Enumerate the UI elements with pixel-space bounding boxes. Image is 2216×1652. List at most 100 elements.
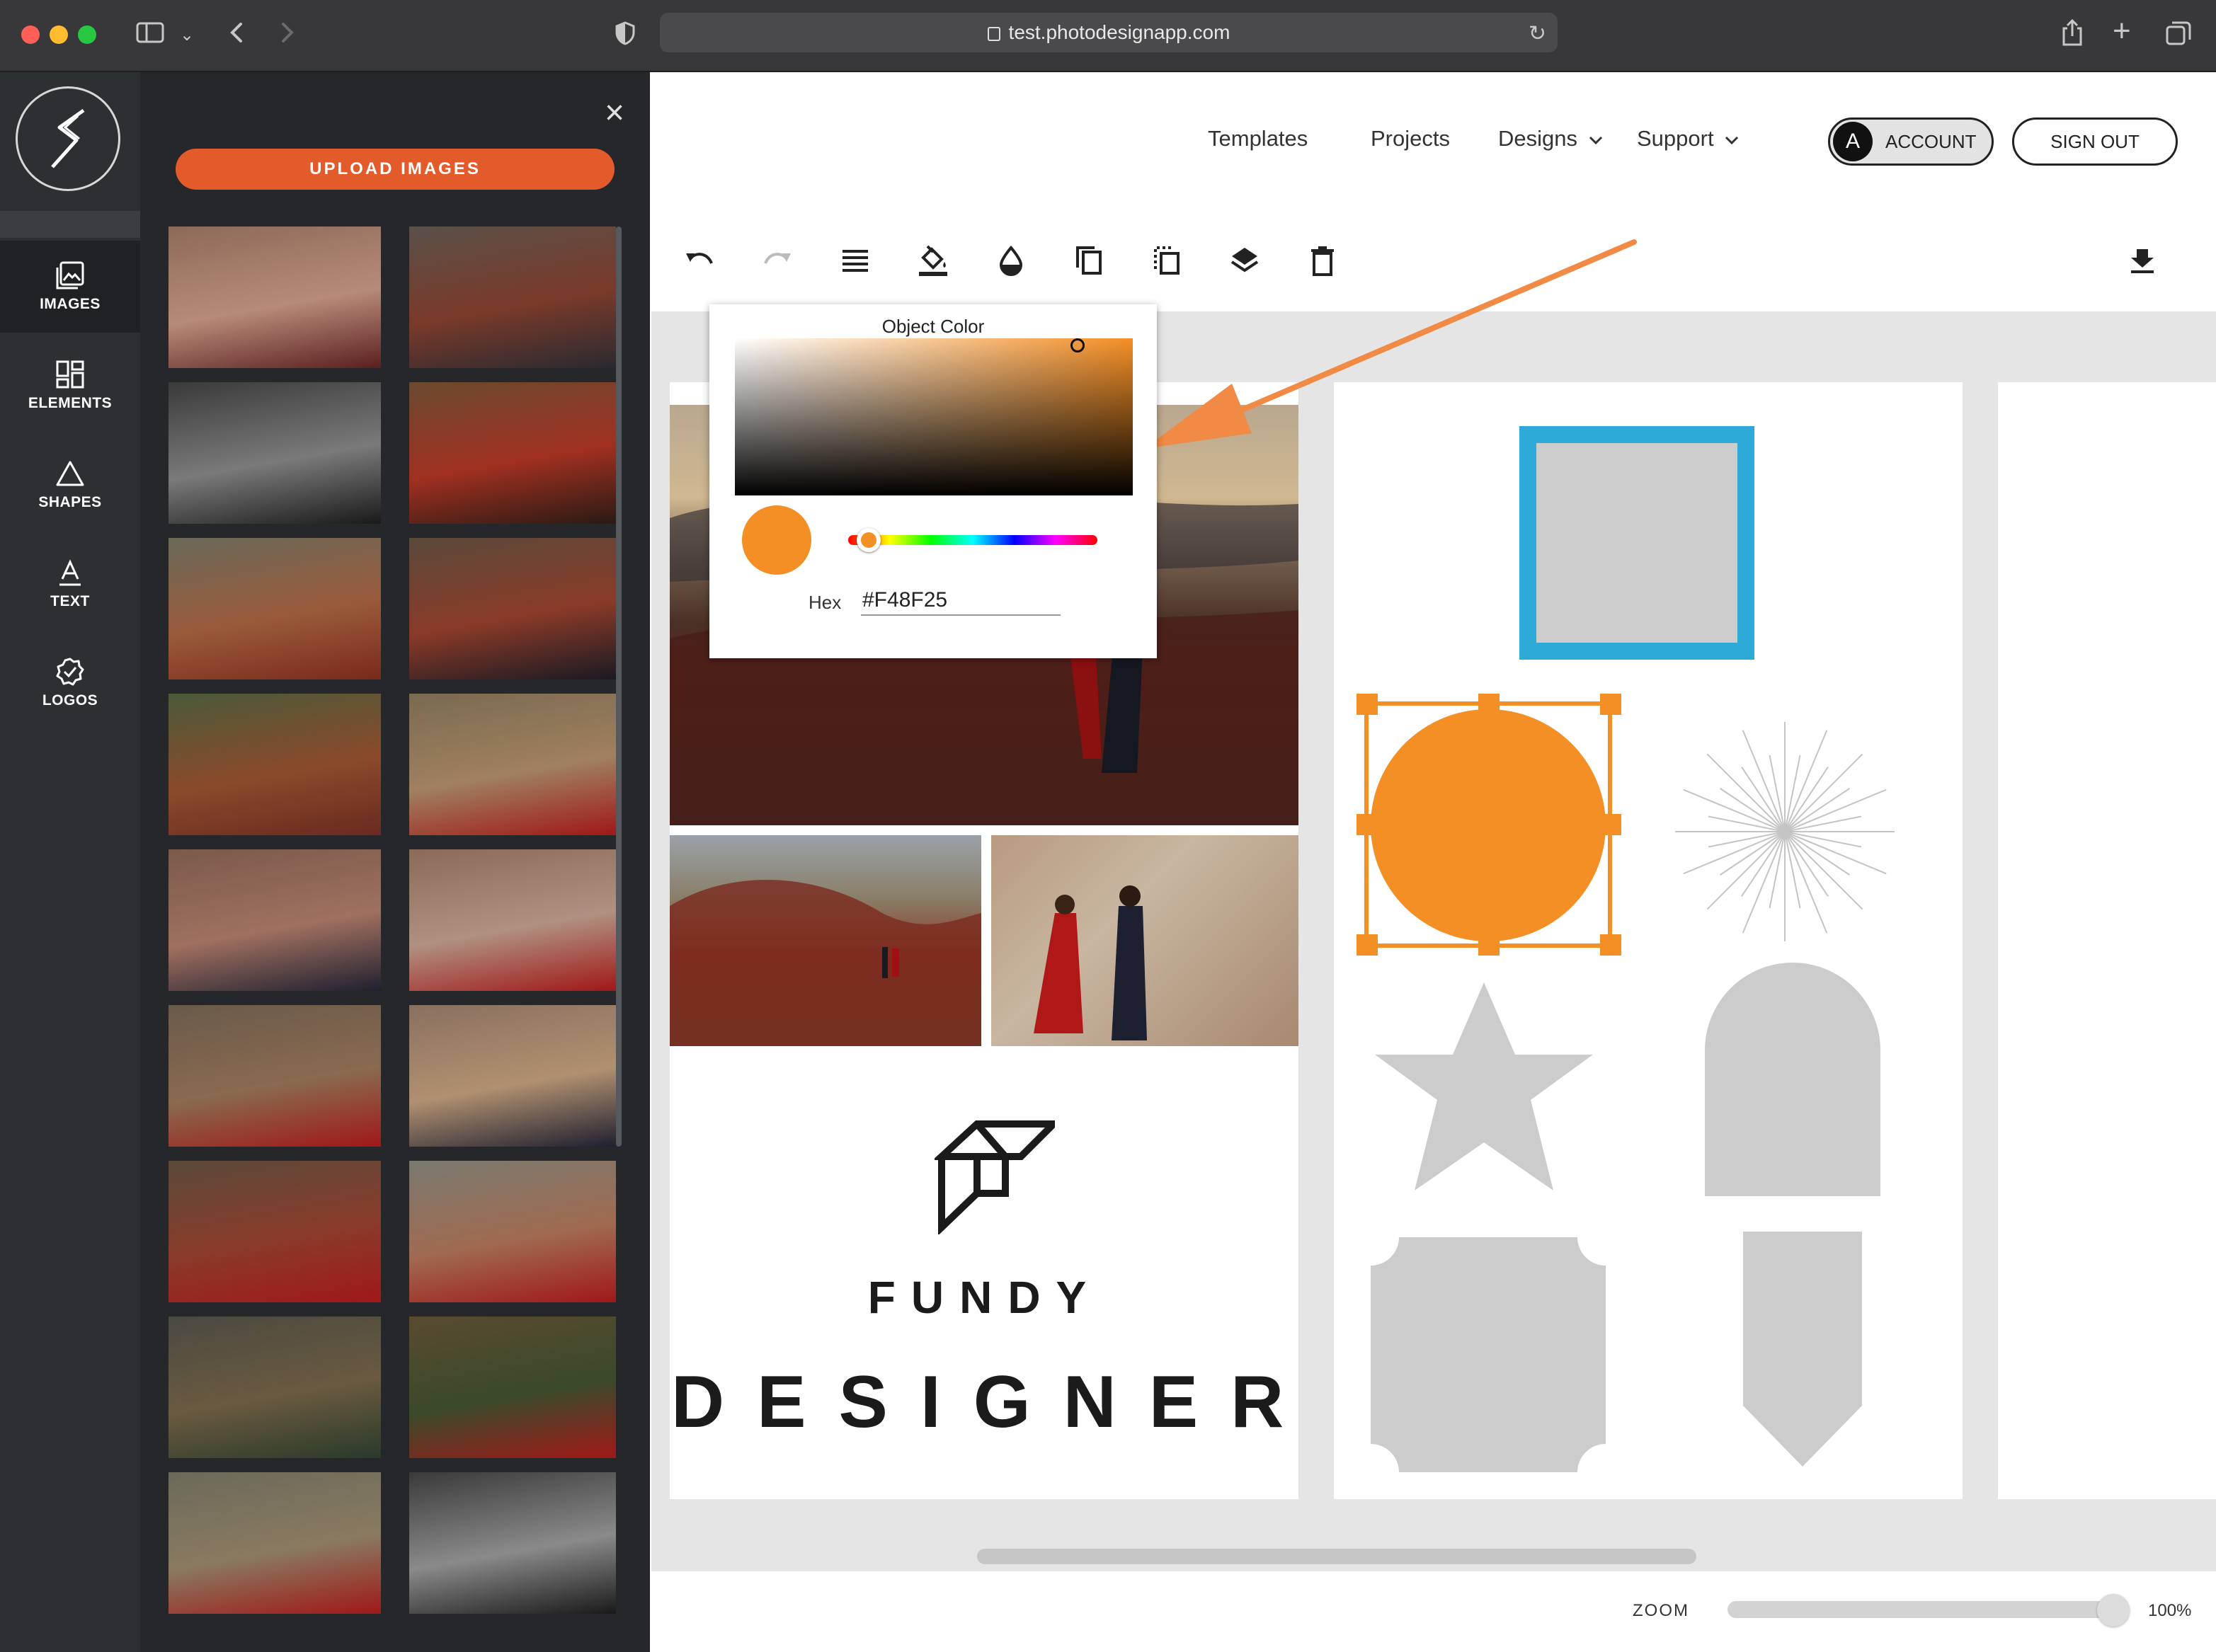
image-thumbnail[interactable] xyxy=(169,538,381,679)
close-window-button[interactable] xyxy=(21,25,40,44)
image-thumbnail[interactable] xyxy=(169,1472,381,1614)
close-icon[interactable]: × xyxy=(600,96,629,130)
duplicate-icon[interactable] xyxy=(1070,242,1107,279)
image-thumbnail[interactable] xyxy=(169,1161,381,1302)
rail-item-label: LOGOS xyxy=(42,692,98,709)
image-thumbnail[interactable] xyxy=(409,538,616,679)
canvas-horizontal-scrollbar[interactable] xyxy=(977,1549,1696,1564)
download-icon[interactable] xyxy=(2124,242,2161,279)
nav-support-label: Support xyxy=(1637,126,1714,151)
image-thumbnail[interactable] xyxy=(409,382,616,524)
image-thumbnail[interactable] xyxy=(169,849,381,991)
arch-shape[interactable] xyxy=(1705,963,1880,1196)
address-bar[interactable]: test.photodesignapp.com ↻ xyxy=(660,13,1558,52)
url-text: test.photodesignapp.com xyxy=(1008,21,1230,43)
sign-out-button[interactable]: SIGN OUT xyxy=(2012,117,2178,166)
zoom-value: 100% xyxy=(2148,1601,2192,1620)
back-icon[interactable] xyxy=(227,20,248,50)
zoom-label: ZOOM xyxy=(1633,1601,1689,1620)
photo-frame-element[interactable] xyxy=(1519,426,1754,660)
image-thumbnail[interactable] xyxy=(409,1472,616,1614)
share-icon[interactable] xyxy=(2060,18,2084,51)
chevron-down-icon xyxy=(1725,136,1739,145)
chevron-down-icon[interactable]: ⌄ xyxy=(180,23,194,48)
fundy-logo-mark[interactable] xyxy=(932,1114,1063,1238)
hue-slider-handle[interactable] xyxy=(857,528,881,552)
rail-item-label: TEXT xyxy=(50,593,90,609)
chevron-down-icon xyxy=(1589,136,1602,145)
rail-item-label: SHAPES xyxy=(38,494,102,510)
lock-icon xyxy=(987,27,1000,41)
design-page-3[interactable] xyxy=(1998,382,2216,1499)
color-picker-popover: Object Color Hex xyxy=(709,304,1157,658)
brand-text-designer[interactable]: DESIGNER xyxy=(671,1360,1298,1445)
image-thumbnail[interactable] xyxy=(409,1161,616,1302)
image-thumbnail[interactable] xyxy=(169,1005,381,1147)
hex-label: Hex xyxy=(809,592,842,613)
ticket-shape[interactable] xyxy=(1371,1237,1606,1472)
account-button[interactable]: A ACCOUNT xyxy=(1828,117,1994,166)
nav-designs-label: Designs xyxy=(1498,126,1577,151)
opacity-icon[interactable] xyxy=(993,242,1029,279)
image-thumbnail[interactable] xyxy=(409,849,616,991)
hue-slider[interactable] xyxy=(848,535,1097,545)
maximize-window-button[interactable] xyxy=(78,25,96,44)
photo-bottom-right[interactable] xyxy=(991,835,1298,1046)
starburst-shape[interactable] xyxy=(1675,716,1895,947)
fill-color-icon[interactable] xyxy=(915,242,952,279)
zoom-slider-handle[interactable] xyxy=(2097,1594,2130,1627)
left-rail: IMAGES ELEMENTS SHAPES TEXT LOGOS xyxy=(0,72,140,1652)
logos-icon xyxy=(56,658,84,686)
tab-overview-icon[interactable] xyxy=(2165,20,2192,51)
new-tab-icon[interactable]: + xyxy=(2113,16,2131,47)
images-icon xyxy=(56,261,84,289)
forward-icon[interactable] xyxy=(276,20,297,50)
zoom-slider[interactable] xyxy=(1727,1601,2114,1618)
rail-item-elements[interactable]: ELEMENTS xyxy=(0,340,140,432)
rail-item-text[interactable]: TEXT xyxy=(0,538,140,630)
hex-input[interactable] xyxy=(861,586,1061,616)
account-label: ACCOUNT xyxy=(1885,130,1977,152)
banner-tab-shape[interactable] xyxy=(1743,1232,1862,1467)
browser-toolbar: ⌄ test.photodesignapp.com ↻ + xyxy=(0,0,2216,72)
image-thumbnail[interactable] xyxy=(169,226,381,368)
saturation-handle[interactable] xyxy=(1070,338,1085,352)
rail-divider xyxy=(0,211,140,238)
app-logo[interactable] xyxy=(16,86,120,191)
nav-templates[interactable]: Templates xyxy=(1208,126,1308,151)
nav-support[interactable]: Support xyxy=(1637,126,1740,151)
color-picker-title: Object Color xyxy=(881,316,985,337)
rail-item-shapes[interactable]: SHAPES xyxy=(0,439,140,531)
brand-text-fundy[interactable]: FUNDY xyxy=(671,1271,1298,1324)
minimize-window-button[interactable] xyxy=(50,25,68,44)
rail-item-logos[interactable]: LOGOS xyxy=(0,637,140,729)
image-thumbnail[interactable] xyxy=(169,694,381,835)
image-thumbnail[interactable] xyxy=(409,226,616,368)
sidebar-toggle-icon[interactable] xyxy=(136,21,164,48)
image-thumbnail[interactable] xyxy=(409,1005,616,1147)
photo-bottom-left[interactable] xyxy=(670,835,981,1046)
image-thumbnail[interactable] xyxy=(169,382,381,524)
elements-icon xyxy=(56,360,84,389)
shapes-icon xyxy=(56,461,84,486)
rail-item-images[interactable]: IMAGES xyxy=(0,241,140,333)
saturation-value-field[interactable] xyxy=(735,338,1133,495)
color-swatch xyxy=(742,505,811,575)
avatar: A xyxy=(1833,122,1873,161)
nav-projects[interactable]: Projects xyxy=(1371,126,1450,151)
upload-images-button[interactable]: UPLOAD IMAGES xyxy=(176,149,615,190)
privacy-shield-icon[interactable] xyxy=(615,21,636,50)
redo-icon[interactable] xyxy=(759,242,796,279)
panel-scrollbar[interactable] xyxy=(616,226,622,1147)
rail-item-label: IMAGES xyxy=(40,296,101,312)
rail-item-label: ELEMENTS xyxy=(28,395,113,411)
image-thumbnail[interactable] xyxy=(409,1317,616,1458)
undo-icon[interactable] xyxy=(681,242,718,279)
star-shape[interactable] xyxy=(1371,980,1597,1193)
image-thumbnail[interactable] xyxy=(169,1317,381,1458)
nav-designs[interactable]: Designs xyxy=(1498,126,1604,151)
selected-circle-shape[interactable] xyxy=(1354,694,1623,956)
align-icon[interactable] xyxy=(837,242,874,279)
image-thumbnail[interactable] xyxy=(409,694,616,835)
reload-icon[interactable]: ↻ xyxy=(1529,21,1546,47)
